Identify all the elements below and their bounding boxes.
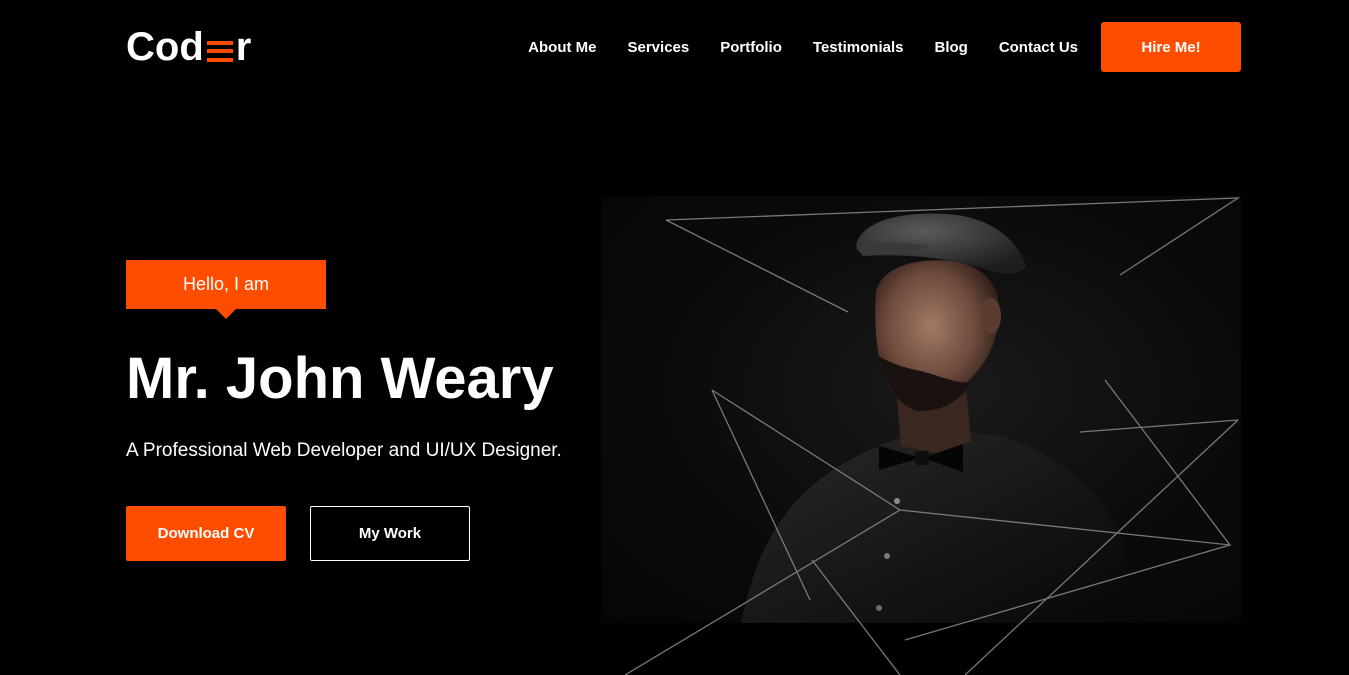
portrait-photo bbox=[601, 196, 1241, 623]
portrait-illustration bbox=[741, 213, 1141, 623]
greeting-badge: Hello, I am bbox=[126, 260, 326, 319]
hire-me-button[interactable]: Hire Me! bbox=[1101, 22, 1241, 72]
hero-subtitle: A Professional Web Developer and UI/UX D… bbox=[126, 440, 562, 461]
nav-item-about-me[interactable]: About Me bbox=[528, 39, 596, 56]
hero-name: Mr. John Weary bbox=[126, 346, 554, 411]
logo-text-end: r bbox=[235, 24, 252, 69]
nav-item-services[interactable]: Services bbox=[628, 39, 690, 56]
main-nav: About Me Services Portfolio Testimonials… bbox=[497, 22, 1078, 72]
nav-item-blog[interactable]: Blog bbox=[934, 39, 967, 56]
logo[interactable]: Cod r bbox=[126, 24, 251, 70]
nav-item-portfolio[interactable]: Portfolio bbox=[720, 39, 782, 56]
nav-item-testimonials[interactable]: Testimonials bbox=[813, 39, 904, 56]
site-header: Cod r About Me Services Portfolio Testim… bbox=[126, 22, 1241, 72]
download-cv-button[interactable]: Download CV bbox=[126, 506, 286, 561]
logo-text-start: Cod bbox=[126, 24, 204, 69]
page: Cod r About Me Services Portfolio Testim… bbox=[0, 0, 1349, 675]
nav-item-contact-us[interactable]: Contact Us bbox=[999, 39, 1078, 56]
my-work-button[interactable]: My Work bbox=[310, 506, 470, 561]
logo-bars-icon bbox=[206, 40, 233, 62]
